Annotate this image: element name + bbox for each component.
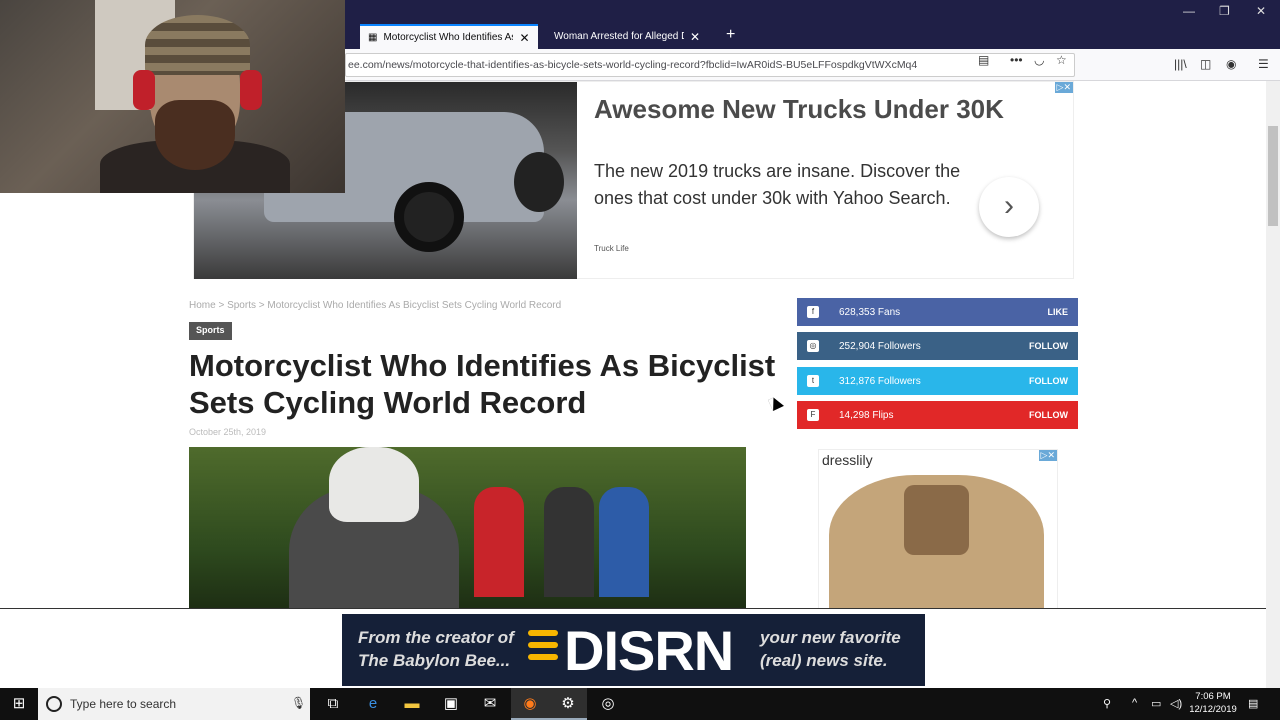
store-icon[interactable]: ▣	[432, 688, 470, 720]
taskbar-search-placeholder: Type here to search	[70, 697, 177, 711]
ad-source: Truck Life	[594, 244, 629, 253]
breadcrumb[interactable]: Home > Sports > Motorcyclist Who Identif…	[189, 300, 561, 311]
url-bar[interactable]: ee.com/news/motorcycle-that-identifies-a…	[345, 53, 1075, 77]
microphone-icon[interactable]: 🎙︎	[291, 696, 306, 710]
action-center-icon[interactable]: ▤	[1248, 697, 1258, 710]
windows-taskbar: ⊞ Type here to search 🎙︎ ⧉ e ▬ ▣ ✉ ◉ ⚙ ◎…	[0, 688, 1280, 720]
reader-view-icon[interactable]: ▤	[978, 53, 989, 67]
tray-chevron-icon[interactable]: ^	[1132, 697, 1137, 709]
side-ad-brand: dresslily	[822, 452, 873, 468]
network-icon[interactable]: ▭	[1151, 697, 1161, 710]
page-favicon-icon: ▦	[368, 32, 378, 43]
instagram-follow-button[interactable]: FOLLOW	[1029, 341, 1068, 351]
clock-date: 12/12/2019	[1189, 704, 1237, 715]
screen: ▦ Motorcyclist Who Identifies As ✕ Woman…	[0, 0, 1280, 720]
minimize-button[interactable]: —	[1183, 4, 1195, 18]
facebook-icon: f	[807, 306, 819, 318]
category-badge[interactable]: Sports	[189, 322, 232, 340]
article-title: Motorcyclist Who Identifies As Bicyclist…	[189, 348, 776, 420]
webcam-overlay	[0, 0, 345, 193]
clock-time: 7:06 PM	[1195, 691, 1231, 702]
article-date: October 25th, 2019	[189, 427, 267, 437]
adchoices-icon[interactable]: ▷✕	[1038, 450, 1057, 461]
tab-active[interactable]: ▦ Motorcyclist Who Identifies As ✕	[360, 24, 538, 49]
tab-second[interactable]: Woman Arrested for Alleged Death ✕	[540, 24, 718, 49]
ad-title[interactable]: Awesome New Trucks Under 30K	[594, 94, 1004, 125]
edge-icon[interactable]: e	[354, 688, 392, 720]
flipboard-count: 14,298 Flips	[839, 409, 894, 421]
facebook-like-button[interactable]: LIKE	[1047, 307, 1068, 317]
close-window-button[interactable]: ✕	[1256, 4, 1266, 18]
side-advertisement[interactable]: dresslily ▷✕	[818, 449, 1058, 608]
sidebar-icon[interactable]: ◫	[1200, 57, 1211, 71]
disrn-banner-ad[interactable]: From the creator of The Babylon Bee... D…	[342, 614, 925, 686]
ad-text: The new 2019 trucks are insane. Discover…	[594, 161, 961, 208]
new-tab-button[interactable]: +	[726, 26, 735, 44]
maximize-button[interactable]: ❐	[1219, 4, 1230, 18]
disrn-logo-mark	[528, 624, 558, 676]
cortana-icon	[46, 696, 62, 712]
article-image	[189, 447, 746, 608]
start-button[interactable]: ⊞	[0, 688, 38, 720]
instagram-follow-bar[interactable]: ◎ 252,904 Followers FOLLOW	[797, 332, 1078, 360]
instagram-count: 252,904 Followers	[839, 340, 921, 352]
mail-icon[interactable]: ✉	[471, 688, 509, 720]
obs-icon[interactable]: ◎	[589, 688, 627, 720]
twitter-count: 312,876 Followers	[839, 375, 921, 387]
tab-active-label: Motorcyclist Who Identifies As	[383, 32, 514, 43]
page-actions-icon[interactable]: •••	[1010, 53, 1023, 67]
adchoices-icon[interactable]: ▷✕	[1054, 82, 1073, 93]
jacket-image	[829, 475, 1044, 608]
flipboard-icon: F	[807, 409, 819, 421]
flipboard-follow-button[interactable]: FOLLOW	[1029, 410, 1068, 420]
menu-icon[interactable]: ☰	[1258, 57, 1269, 71]
facebook-count: 628,353 Fans	[839, 306, 901, 318]
disrn-logo-text: DISRN	[564, 619, 734, 682]
file-explorer-icon[interactable]: ▬	[393, 688, 431, 720]
page-scrollbar[interactable]	[1266, 81, 1280, 688]
instagram-icon: ◎	[807, 340, 819, 352]
library-icon[interactable]: |||\	[1174, 57, 1187, 71]
pocket-icon[interactable]: ◡	[1034, 53, 1044, 67]
system-clock[interactable]: 7:06 PM 12/12/2019	[1183, 690, 1243, 716]
twitter-follow-bar[interactable]: t 312,876 Followers FOLLOW	[797, 367, 1078, 395]
taskbar-search[interactable]: Type here to search 🎙︎	[38, 688, 310, 720]
tab-second-label: Woman Arrested for Alleged Death	[554, 31, 684, 42]
task-view-icon[interactable]: ⧉	[314, 688, 352, 720]
banner-right-text: your new favorite (real) news site.	[760, 628, 901, 670]
bookmark-star-icon[interactable]: ☆	[1056, 53, 1067, 67]
tab-close-icon[interactable]: ✕	[690, 30, 700, 44]
facebook-like-bar[interactable]: f 628,353 Fans LIKE	[797, 298, 1078, 326]
tab-close-icon[interactable]: ✕	[519, 31, 529, 45]
app-icon[interactable]: ⚙	[549, 688, 587, 720]
twitter-follow-button[interactable]: FOLLOW	[1029, 376, 1068, 386]
account-icon[interactable]: ◉	[1226, 57, 1236, 71]
volume-icon[interactable]: ◁)	[1170, 697, 1182, 710]
ad-next-arrow-icon[interactable]: ›	[979, 177, 1039, 237]
scrollbar-thumb[interactable]	[1268, 126, 1278, 226]
people-icon[interactable]: ⚲	[1103, 697, 1111, 710]
firefox-icon[interactable]: ◉	[511, 688, 549, 720]
banner-left-text: From the creator of The Babylon Bee...	[358, 628, 514, 670]
flipboard-follow-bar[interactable]: F 14,298 Flips FOLLOW	[797, 401, 1078, 429]
twitter-icon: t	[807, 375, 819, 387]
